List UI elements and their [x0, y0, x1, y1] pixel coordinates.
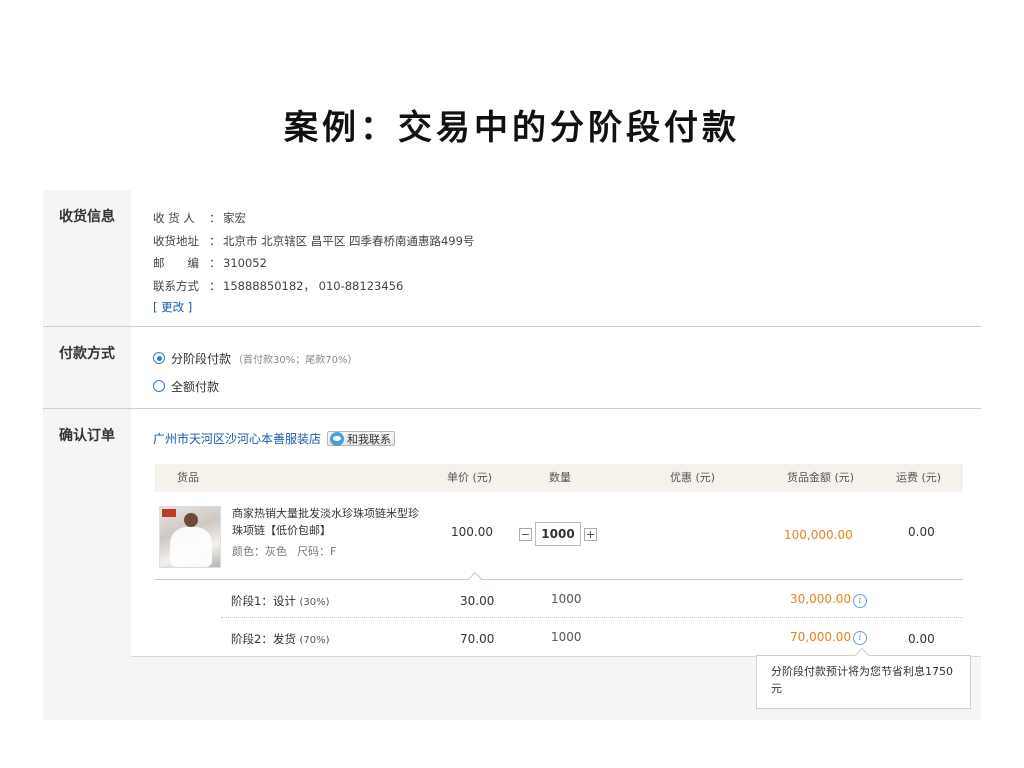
- payment-option-staged[interactable]: 分阶段付款 （首付款30%；尾款70%）: [153, 344, 981, 372]
- address-separator: ：: [209, 211, 221, 225]
- stage-row: 阶段1：设计 (30%) 30.00 1000 30,000.00 i: [221, 580, 963, 618]
- quantity-decrease-button[interactable]: −: [519, 527, 532, 541]
- order-item-row: 商家热销大量批发淡水珍珠项链米型珍珠项链【低价包邮】 颜色：灰色 尺码：F 100…: [155, 492, 963, 587]
- tooltip-text: 分阶段付款预计将为您节省利息1750元: [771, 665, 953, 695]
- address-separator: ：: [209, 233, 221, 248]
- column-header-unit-price: 单价 (元): [447, 471, 493, 484]
- column-header-quantity: 数量: [549, 471, 571, 484]
- column-header-goods: 货品: [177, 471, 199, 484]
- order-confirm-panel: 收货信息 收 货 人 ： 家宏 收货地址 ： 北京市 北京辖区 昌平区 四季春桥…: [43, 190, 981, 720]
- contact-seller-label: 和我联系: [347, 432, 392, 446]
- stage-percent: (70%): [299, 635, 330, 646]
- address-separator: ：: [209, 256, 221, 270]
- thumbnail-badge: [162, 509, 176, 517]
- address-key: 收货地址: [153, 233, 199, 248]
- item-amount: 100,000.00: [784, 528, 853, 542]
- stage-quantity: 1000: [551, 630, 582, 644]
- order-section: 确认订单 广州市天河区沙河心本善服装店 和我联系 货品 单价 (元) 数量 优惠…: [43, 409, 981, 659]
- address-row-contact: 联系方式 ： 15888850182， 010-88123456: [153, 275, 981, 298]
- address-key: 收 货 人: [153, 211, 195, 225]
- shop-line: 广州市天河区沙河心本善服装店 和我联系: [153, 430, 396, 447]
- quantity-input[interactable]: 1000: [535, 522, 581, 546]
- savings-tooltip: 分阶段付款预计将为您节省利息1750元: [756, 647, 971, 709]
- payment-section: 付款方式 分阶段付款 （首付款30%；尾款70%） 全额付款: [43, 327, 981, 409]
- stage-price: 70.00: [460, 632, 495, 646]
- quantity-stepper: − 1000 +: [519, 522, 597, 546]
- shop-name-link[interactable]: 广州市天河区沙河心本善服装店: [153, 430, 321, 447]
- column-header-amount: 货品金额 (元): [787, 471, 855, 484]
- product-name-link[interactable]: 商家热销大量批发淡水珍珠项链米型珍珠项链【低价包邮】: [232, 505, 422, 539]
- column-header-shipping: 运费 (元): [896, 471, 942, 484]
- thumbnail-figure-head: [184, 513, 198, 527]
- product-spec-size: 尺码：F: [297, 545, 337, 558]
- address-key: 邮 编: [153, 256, 199, 270]
- payment-option-label: 全额付款: [171, 379, 220, 394]
- address-value: 15888850182， 010-88123456: [223, 278, 404, 293]
- thumbnail-figure-body: [170, 527, 212, 567]
- stage-percent: (30%): [299, 597, 330, 608]
- stage-label-text: 阶段2：发货: [231, 632, 296, 646]
- order-table-header: 货品 单价 (元) 数量 优惠 (元) 货品金额 (元) 运费 (元): [155, 464, 963, 492]
- address-separator: ：: [209, 278, 221, 293]
- stage-label: 阶段2：发货 (70%): [231, 631, 330, 647]
- stage-price: 30.00: [460, 594, 495, 608]
- order-section-label: 确认订单: [59, 428, 115, 444]
- info-icon[interactable]: i: [853, 631, 867, 645]
- address-value: 310052: [223, 256, 267, 270]
- info-icon[interactable]: i: [853, 594, 867, 608]
- radio-unselected[interactable]: [153, 380, 165, 392]
- item-unit-price: 100.00: [451, 525, 493, 539]
- stage-shipping: 0.00: [908, 632, 935, 646]
- address-section-label: 收货信息: [59, 209, 115, 225]
- item-shipping: 0.00: [908, 525, 935, 539]
- address-value: 家宏: [223, 211, 246, 225]
- payment-section-body: 分阶段付款 （首付款30%；尾款70%） 全额付款: [131, 327, 981, 408]
- address-row-location: 收货地址 ： 北京市 北京辖区 昌平区 四季春桥南通惠路499号: [153, 230, 981, 253]
- page-title: 案例：交易中的分阶段付款: [284, 108, 740, 148]
- product-spec-color: 颜色：灰色: [232, 545, 287, 558]
- address-section-body: 收 货 人 ： 家宏 收货地址 ： 北京市 北京辖区 昌平区 四季春桥南通惠路4…: [131, 190, 981, 326]
- stage-label: 阶段1：设计 (30%): [231, 593, 330, 609]
- address-row-postcode: 邮 编 ： 310052: [153, 252, 981, 275]
- contact-seller-button[interactable]: 和我联系: [327, 431, 396, 446]
- product-spec: 颜色：灰色 尺码：F: [232, 543, 336, 559]
- chat-icon: [330, 431, 345, 446]
- payment-option-label: 分阶段付款: [171, 351, 232, 366]
- radio-selected[interactable]: [153, 352, 165, 364]
- stage-label-text: 阶段1：设计: [231, 594, 296, 608]
- product-thumbnail[interactable]: [159, 506, 221, 568]
- stage-amount: 70,000.00: [790, 630, 852, 644]
- address-key: 联系方式: [153, 278, 199, 293]
- payment-option-hint: （首付款30%；尾款70%）: [233, 354, 358, 366]
- payment-option-full[interactable]: 全额付款: [153, 372, 981, 400]
- address-row-recipient: 收 货 人 ： 家宏: [153, 207, 981, 230]
- stage-amount: 30,000.00: [790, 592, 852, 606]
- order-section-body: 广州市天河区沙河心本善服装店 和我联系 货品 单价 (元) 数量 优惠 (元) …: [131, 409, 981, 657]
- stage-row: 阶段2：发货 (70%) 70.00 1000 70,000.00 i 0.00: [221, 619, 963, 657]
- address-value: 北京市 北京辖区 昌平区 四季春桥南通惠路499号: [223, 233, 475, 248]
- quantity-increase-button[interactable]: +: [584, 527, 597, 541]
- change-address-link[interactable]: [ 更改 ]: [153, 299, 192, 315]
- column-header-discount: 优惠 (元): [670, 471, 716, 484]
- address-section: 收货信息 收 货 人 ： 家宏 收货地址 ： 北京市 北京辖区 昌平区 四季春桥…: [43, 190, 981, 327]
- stage-quantity: 1000: [551, 592, 582, 606]
- payment-section-label: 付款方式: [59, 346, 115, 362]
